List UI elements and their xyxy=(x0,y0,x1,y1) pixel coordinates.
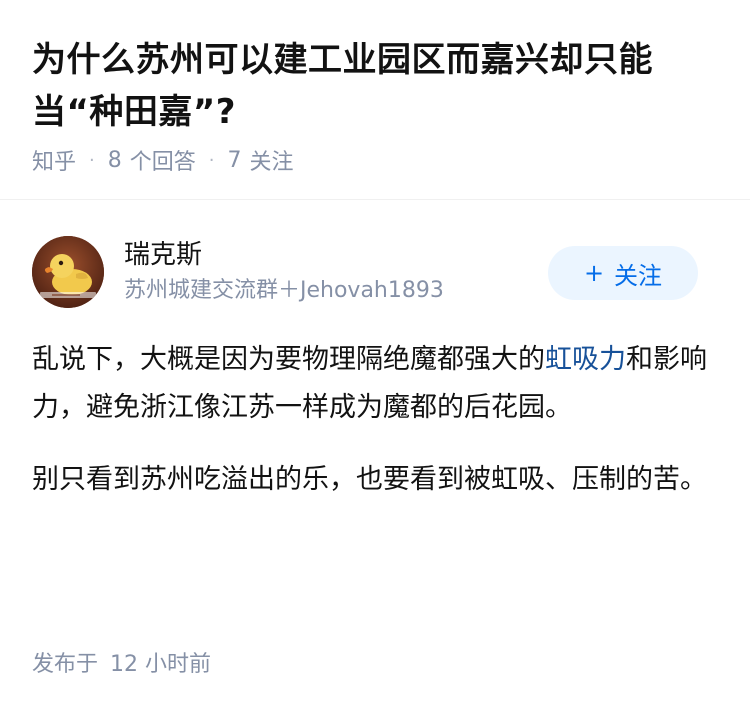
author-bio: 苏州城建交流群＋Jehovah1893 xyxy=(124,278,444,303)
answer-body: 乱说下，大概是因为要物理隔绝魔都强大的虹吸力和影响力，避免浙江像江苏一样成为魔都… xyxy=(32,336,718,528)
plus-icon: + xyxy=(583,259,605,287)
duck-avatar-icon xyxy=(32,236,104,308)
question-title[interactable]: 为什么苏州可以建工业园区而嘉兴却只能当“种田嘉”? xyxy=(32,34,732,138)
answer-count-label[interactable]: 个回答 xyxy=(130,144,196,176)
answer-paragraph: 别只看到苏州吃溢出的乐，也要看到被虹吸、压制的苦。 xyxy=(32,464,707,495)
separator-dot: · xyxy=(208,149,215,171)
follow-count: 7 xyxy=(227,147,242,173)
author-name[interactable]: 瑞克斯 xyxy=(124,238,202,272)
keyword-link[interactable]: 虹吸力 xyxy=(545,344,626,375)
publish-time: 发布于 12 小时前 xyxy=(32,650,211,680)
follow-author-button[interactable]: + 关注 xyxy=(548,246,698,300)
answer-paragraph: 乱说下，大概是因为要物理隔绝魔都强大的虹吸力和影响力，避免浙江像江苏一样成为魔都… xyxy=(32,336,718,432)
publish-label: 发布于 xyxy=(32,652,99,677)
source-label[interactable]: 知乎 xyxy=(32,144,76,176)
question-meta: 知乎 · 8 个回答 · 7 关注 xyxy=(32,142,294,178)
avatar[interactable] xyxy=(32,236,104,308)
follow-button-label: 关注 xyxy=(614,261,663,290)
answer-count: 8 xyxy=(107,147,122,173)
author-row: 瑞克斯 苏州城建交流群＋Jehovah1893 + 关注 xyxy=(32,236,718,312)
publish-time-value: 12 小时前 xyxy=(110,652,212,677)
separator-dot: · xyxy=(89,149,95,171)
question-header: 为什么苏州可以建工业园区而嘉兴却只能当“种田嘉”? 知乎 · 8 个回答 · 7… xyxy=(0,0,750,200)
paragraph-text: 乱说下，大概是因为要物理隔绝魔都强大的 xyxy=(32,344,545,375)
answer-page: 为什么苏州可以建工业园区而嘉兴却只能当“种田嘉”? 知乎 · 8 个回答 · 7… xyxy=(0,0,750,718)
follow-count-label[interactable]: 关注 xyxy=(250,144,294,176)
